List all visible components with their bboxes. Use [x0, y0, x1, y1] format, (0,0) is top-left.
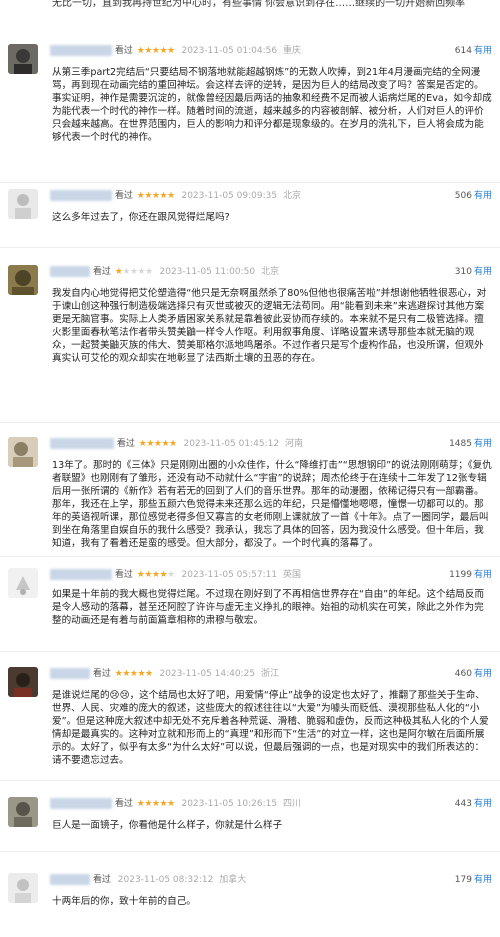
useful-button[interactable]: 有用: [474, 191, 492, 201]
comment-date: 2023-11-05 11:00:50: [159, 267, 256, 277]
comment-item: 看过 ★★★★★ 2023-11-05 01:04:56 重庆 614 有用 从第…: [0, 44, 500, 183]
comment-text: 从第三季part2完结后“只要结局不钢落地就能超越钢炼”的无数人吹捧，到21年4…: [52, 67, 492, 143]
comment-item: 看过 2023-11-05 08:32:12 加拿大 179 有用 十两年后的你，…: [0, 873, 500, 937]
useful-button[interactable]: 有用: [474, 439, 492, 449]
avatar[interactable]: [8, 44, 38, 74]
comment-item: 看过 ★★★★★ 2023-11-05 01:45:12 河南 1485 有用 1…: [0, 437, 500, 557]
comment-meta: 看过 2023-11-05 08:32:12 加拿大: [50, 873, 494, 887]
comment-date: 2023-11-05 01:04:56: [181, 46, 278, 56]
comment-item: 看过 ★★★★★ 2023-11-05 09:09:35 北京 506 有用 这么…: [0, 189, 500, 248]
avatar[interactable]: [8, 873, 38, 903]
comment-meta: 看过 ★★★★★ 2023-11-05 10:26:15 四川: [50, 797, 494, 811]
comment-location: 英国: [282, 570, 301, 580]
comment-text: 十两年后的你，致十年前的自己。: [52, 896, 196, 907]
rating-stars: ★★★★★: [138, 439, 177, 449]
rating-stars: ★★★★★: [136, 570, 175, 580]
watch-status: 看过: [114, 570, 133, 580]
vote-number: 179: [454, 875, 472, 885]
comment-text: 如果是十年前的我大概也觉得烂尾。不过现在刚好到了不再相信世界存在“自由”的年纪。…: [52, 589, 485, 626]
vote-count[interactable]: 460 有用: [455, 667, 492, 681]
avatar[interactable]: [8, 667, 38, 697]
username-redacted[interactable]: [50, 569, 112, 580]
comment-text: 是谁说烂尾的😢😢，这个结局也太好了吧，用爱情“停止”战争的设定也太好了，推翻了那…: [52, 690, 489, 766]
useful-button[interactable]: 有用: [474, 267, 492, 277]
vote-number: 443: [454, 799, 472, 809]
username-redacted[interactable]: [50, 45, 112, 56]
vote-count[interactable]: 179 有用: [455, 873, 492, 887]
comment-location: 重庆: [282, 46, 301, 56]
avatar[interactable]: [8, 265, 38, 295]
comment-location: 加拿大: [219, 875, 247, 885]
username-redacted[interactable]: [50, 874, 90, 885]
useful-button[interactable]: 有用: [474, 669, 492, 679]
comment-text: 这么多年过去了，你还在跟风觉得烂尾吗?: [52, 212, 230, 223]
comment-meta: 看过 ★★★★★ 2023-11-05 09:09:35 北京: [50, 189, 494, 203]
comment-feed: 无比一切，直到我再持世纪为中心时，有些事情 你会意识到存在……继续的一切开始新回…: [0, 0, 500, 937]
comment-date: 2023-11-05 14:40:25: [159, 669, 256, 679]
avatar[interactable]: [8, 797, 38, 827]
watch-status: 看过: [114, 799, 133, 809]
vote-count[interactable]: 310 有用: [455, 265, 492, 279]
vote-count[interactable]: 614 有用: [455, 44, 492, 58]
comment-meta: 看过 ★★★★★ 2023-11-05 01:04:56 重庆: [50, 44, 494, 58]
comment-item: 看过 ★★★★★ 2023-11-05 10:26:15 四川 443 有用 巨人…: [0, 797, 500, 852]
watch-status: 看过: [116, 439, 135, 449]
comment-location: 北京: [282, 191, 301, 201]
avatar[interactable]: [8, 437, 38, 467]
avatar[interactable]: [8, 568, 38, 598]
comment-location: 四川: [282, 799, 301, 809]
username-redacted[interactable]: [50, 668, 90, 679]
comment-item: 看过 ★★★★★ 2023-11-05 05:57:11 英国 1199 有用 如…: [0, 568, 500, 652]
comment-text: 13年了。那时的《三体》只是刚刚出圈的小众佳作，什么“降维打击”“思想钢印”的说…: [52, 460, 492, 549]
comment-item: 看过 ★★★★★ 2023-11-05 14:40:25 浙江 460 有用 是谁…: [0, 667, 500, 781]
rating-stars: ★★★★★: [136, 46, 175, 56]
comment-text: 巨人是一面镜子，你看他是什么样子，你就是什么样子: [52, 820, 283, 831]
vote-number: 614: [454, 46, 472, 56]
avatar[interactable]: [8, 189, 38, 219]
comment-date: 2023-11-05 09:09:35: [181, 191, 278, 201]
useful-button[interactable]: 有用: [474, 799, 492, 809]
comment-date: 2023-11-05 10:26:15: [181, 799, 278, 809]
vote-count[interactable]: 443 有用: [455, 797, 492, 811]
watch-status: 看过: [92, 669, 111, 679]
comment-location: 河南: [284, 439, 303, 449]
comment-location: 浙江: [260, 669, 279, 679]
comment-date: 2023-11-05 05:57:11: [181, 570, 278, 580]
watch-status: 看过: [114, 191, 133, 201]
username-redacted[interactable]: [50, 266, 90, 277]
vote-number: 460: [454, 669, 472, 679]
username-redacted[interactable]: [50, 438, 114, 449]
username-redacted[interactable]: [50, 798, 112, 809]
vote-count[interactable]: 1199 有用: [449, 568, 492, 582]
useful-button[interactable]: 有用: [474, 46, 492, 56]
watch-status: 看过: [114, 46, 133, 56]
vote-number: 1199: [449, 570, 472, 580]
comment-meta: 看过 ★★★★★ 2023-11-05 14:40:25 浙江: [50, 667, 494, 681]
vote-number: 1485: [449, 439, 472, 449]
vote-count[interactable]: 1485 有用: [449, 437, 492, 451]
username-redacted[interactable]: [50, 190, 112, 201]
comment-date: 2023-11-05 08:32:12: [117, 875, 214, 885]
useful-button[interactable]: 有用: [474, 570, 492, 580]
comment-location: 北京: [260, 267, 279, 277]
vote-number: 310: [454, 267, 472, 277]
rating-stars: ★★★★★: [114, 267, 153, 277]
useful-button[interactable]: 有用: [474, 875, 492, 885]
rating-stars: ★★★★★: [136, 799, 175, 809]
comment-meta: 看过 ★★★★★ 2023-11-05 01:45:12 河南: [50, 437, 494, 451]
rating-stars: ★★★★★: [136, 191, 175, 201]
watch-status: 看过: [92, 875, 111, 885]
vote-number: 506: [454, 191, 472, 201]
comment-date: 2023-11-05 01:45:12: [183, 439, 280, 449]
comment-item: 看过 ★★★★★ 2023-11-05 11:00:50 北京 310 有用 我发…: [0, 265, 500, 423]
rating-stars: ★★★★★: [114, 669, 153, 679]
comment-text: 我发自内心地觉得把艾伦塑造得“他只是无奈啊虽然杀了80%但他也很痛苦啦”并想谢他…: [52, 288, 487, 364]
comment-meta: 看过 ★★★★★ 2023-11-05 05:57:11 英国: [50, 568, 494, 582]
watch-status: 看过: [92, 267, 111, 277]
vote-count[interactable]: 506 有用: [455, 189, 492, 203]
comment-meta: 看过 ★★★★★ 2023-11-05 11:00:50 北京: [50, 265, 494, 279]
truncated-comment-text: 无比一切，直到我再持世纪为中心时，有些事情 你会意识到存在……继续的一切开始新回…: [52, 0, 466, 9]
